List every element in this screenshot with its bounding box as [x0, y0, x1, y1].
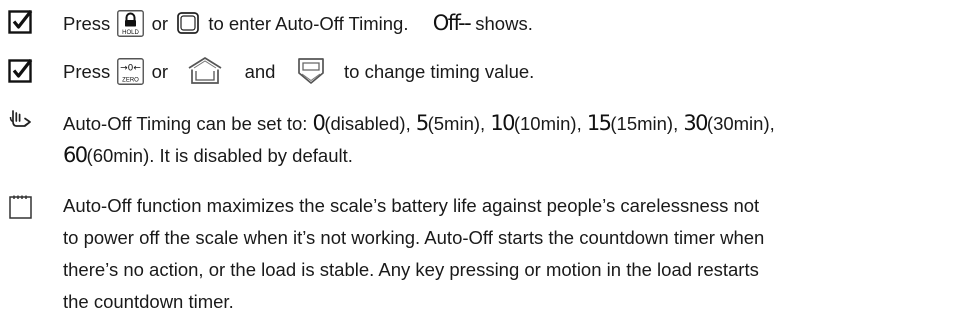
display-readout: Off-- [432, 11, 472, 35]
default-note: It is disabled by default. [159, 145, 353, 166]
notepad-icon [9, 195, 32, 219]
tip-intro: Auto-Off Timing can be set to: [63, 113, 308, 134]
press-label: Press [63, 13, 111, 34]
tip-text: Auto-Off Timing can be set to: 0(disable… [63, 111, 775, 167]
timing-option: 60(60min) [63, 143, 150, 167]
checkbox-checked-icon [8, 59, 33, 83]
pointing-hand-icon [9, 110, 31, 127]
or-label: or [151, 61, 169, 82]
zero-key-symbol: →0← [121, 63, 142, 73]
timing-option: 10(10min) [490, 111, 577, 135]
press-label: Press [63, 61, 111, 82]
shows-label: shows. [475, 13, 533, 34]
square-key-icon [177, 12, 200, 34]
hold-key-icon: HOLD [117, 9, 145, 37]
checkbox-checked-icon [8, 10, 33, 34]
timing-option: 5(5min) [415, 111, 481, 135]
or-label: or [151, 13, 169, 34]
instruction-text: to change timing value. [344, 61, 535, 82]
hold-key-label: HOLD [123, 30, 140, 36]
and-label: and [244, 61, 276, 82]
home-key-icon [188, 57, 222, 84]
instruction-text: to enter Auto-Off Timing. [208, 13, 409, 34]
note-line: to power off the scale when it’s not wor… [63, 227, 765, 248]
timing-option: 30(30min) [683, 111, 770, 135]
step-2-text: Press →0← ZERO or and to change timing v… [63, 56, 968, 88]
note-line: there’s no action, or the load is stable… [63, 259, 759, 280]
note-text: Auto-Off function maximizes the scale’s … [63, 190, 968, 318]
zero-key-label: ZERO [123, 77, 140, 83]
timing-option: 15(15min) [586, 111, 674, 135]
note-line: the countdown timer. [63, 291, 234, 312]
zero-key-icon: →0← ZERO [117, 57, 145, 85]
down-key-icon [297, 58, 324, 84]
step-1-text: Press HOLD or to enter Auto-Off Timing. … [63, 7, 968, 39]
timing-option: 0(disabled) [312, 111, 406, 135]
note-line: Auto-Off function maximizes the scale’s … [63, 195, 760, 216]
